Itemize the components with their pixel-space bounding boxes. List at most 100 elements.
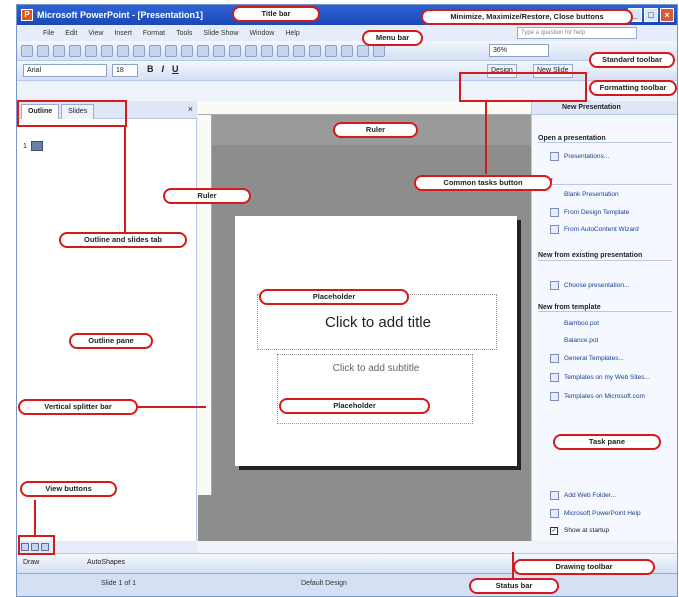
link-ms-com[interactable]: Templates on Microsoft.com xyxy=(564,393,645,400)
print-icon[interactable] xyxy=(101,45,113,57)
link-general[interactable]: General Templates... xyxy=(564,355,624,362)
font-size-select[interactable]: 18 xyxy=(112,64,138,77)
outline-pane[interactable]: Outline Slides × 1 xyxy=(17,101,197,541)
slide-number: 1 xyxy=(23,143,27,150)
bold-button[interactable]: B xyxy=(147,64,154,74)
callout-outline-tabs: Outline and slides tab xyxy=(59,232,187,248)
web-folder-icon xyxy=(550,491,559,500)
new-icon[interactable] xyxy=(21,45,33,57)
spelling-icon[interactable] xyxy=(133,45,145,57)
link-web-folder[interactable]: Add Web Folder... xyxy=(564,492,616,499)
menu-window[interactable]: Window xyxy=(249,30,274,37)
choose-icon xyxy=(550,281,559,290)
close-pane-icon[interactable]: × xyxy=(188,104,193,114)
link-web-sites[interactable]: Templates on my Web Sites... xyxy=(564,374,650,381)
section-new: New xyxy=(538,177,672,185)
menu-help[interactable]: Help xyxy=(285,30,299,37)
callout-window-buttons: Minimize, Maximize/Restore, Close button… xyxy=(421,9,633,25)
link-bamboo[interactable]: Bamboo.pot xyxy=(564,320,599,327)
standard-toolbar-icons xyxy=(21,45,385,57)
tables-borders-icon[interactable] xyxy=(293,45,305,57)
menu-file[interactable]: File xyxy=(43,30,54,37)
menu-tools[interactable]: Tools xyxy=(176,30,192,37)
startup-checkbox[interactable]: ✓ xyxy=(550,527,558,535)
web-sites-icon xyxy=(550,373,559,382)
slide-editing-area: Click to add title Click to add subtitle xyxy=(198,101,531,541)
maximize-button[interactable]: □ xyxy=(644,8,658,22)
menu-slide-show[interactable]: Slide Show xyxy=(203,30,238,37)
cut-icon[interactable] xyxy=(165,45,177,57)
grid-icon[interactable] xyxy=(357,45,369,57)
common-tasks-highlight xyxy=(459,72,587,102)
wizard-icon xyxy=(550,225,559,234)
common-tasks-lead xyxy=(485,102,487,174)
table-icon[interactable] xyxy=(277,45,289,57)
callout-task-pane: Task pane xyxy=(553,434,661,450)
autoshapes-menu[interactable]: AutoShapes xyxy=(87,559,125,566)
section-open: Open a presentation xyxy=(538,135,672,143)
status-bar: Slide 1 of 1 Default Design xyxy=(17,573,677,596)
save-icon[interactable] xyxy=(53,45,65,57)
callout-ruler-left: Ruler xyxy=(163,188,251,204)
draw-menu[interactable]: Draw xyxy=(23,559,39,566)
permission-icon[interactable] xyxy=(69,45,81,57)
subtitle-placeholder-text: Click to add subtitle xyxy=(332,363,420,374)
chart-icon[interactable] xyxy=(261,45,273,57)
folder-icon xyxy=(550,152,559,161)
window-buttons: _ □ × xyxy=(628,8,674,22)
task-pane-title[interactable]: New Presentation xyxy=(532,101,677,115)
underline-button[interactable]: U xyxy=(172,64,179,74)
undo-icon[interactable] xyxy=(229,45,241,57)
show-formatting-icon[interactable] xyxy=(341,45,353,57)
font-style-buttons: B I U xyxy=(147,64,179,74)
link-autocontent[interactable]: From AutoContent Wizard xyxy=(564,226,639,233)
outline-tabs-highlight xyxy=(17,100,127,127)
copy-icon[interactable] xyxy=(181,45,193,57)
window-title: Microsoft PowerPoint - [Presentation1] xyxy=(37,10,204,20)
email-icon[interactable] xyxy=(85,45,97,57)
view-buttons-lead xyxy=(34,500,36,536)
design-template-icon xyxy=(550,208,559,217)
print-preview-icon[interactable] xyxy=(117,45,129,57)
research-icon[interactable] xyxy=(149,45,161,57)
standard-toolbar: 36% xyxy=(17,41,677,61)
link-balance[interactable]: Balance.pot xyxy=(564,337,598,344)
paste-icon[interactable] xyxy=(197,45,209,57)
link-blank[interactable]: Blank Presentation xyxy=(564,191,619,198)
color-grayscale-icon[interactable] xyxy=(373,45,385,57)
task-pane: New Presentation Open a presentation Pre… xyxy=(531,101,677,541)
callout-placeholder-title: Placeholder xyxy=(259,289,409,305)
callout-drawing-toolbar: Drawing toolbar xyxy=(513,559,655,575)
zoom-select[interactable]: 36% xyxy=(489,44,549,57)
menu-insert[interactable]: Insert xyxy=(114,30,132,37)
vertical-ruler[interactable] xyxy=(198,115,212,495)
open-icon[interactable] xyxy=(37,45,49,57)
expand-all-icon[interactable] xyxy=(325,45,337,57)
font-select[interactable]: Arial xyxy=(23,64,107,77)
slide-canvas[interactable]: Click to add title Click to add subtitle xyxy=(235,216,517,466)
section-existing: New from existing presentation xyxy=(538,251,672,261)
callout-splitter: Vertical splitter bar xyxy=(18,399,138,415)
link-design-template[interactable]: From Design Template xyxy=(564,209,629,216)
menu-format[interactable]: Format xyxy=(143,30,165,37)
slide-icon[interactable] xyxy=(31,141,43,151)
horizontal-ruler[interactable] xyxy=(198,101,531,115)
section-template: New from template xyxy=(538,304,672,312)
callout-title-bar: Title bar xyxy=(232,6,320,22)
close-button[interactable]: × xyxy=(660,8,674,22)
help-icon xyxy=(550,509,559,518)
outline-tabs-lead xyxy=(124,126,126,234)
view-buttons-highlight xyxy=(18,535,55,555)
redo-icon[interactable] xyxy=(245,45,257,57)
callout-common-tasks: Common tasks button xyxy=(414,175,552,191)
help-search-input[interactable]: Type a question for help xyxy=(517,27,637,39)
italic-button[interactable]: I xyxy=(162,64,165,74)
format-painter-icon[interactable] xyxy=(213,45,225,57)
menu-view[interactable]: View xyxy=(88,30,103,37)
menu-edit[interactable]: Edit xyxy=(65,30,77,37)
hyperlink-icon[interactable] xyxy=(309,45,321,57)
link-presentations[interactable]: Presentations... xyxy=(564,153,609,160)
link-choose[interactable]: Choose presentation... xyxy=(564,282,629,289)
link-help[interactable]: Microsoft PowerPoint Help xyxy=(564,510,641,517)
powerpoint-icon: P xyxy=(21,9,33,21)
